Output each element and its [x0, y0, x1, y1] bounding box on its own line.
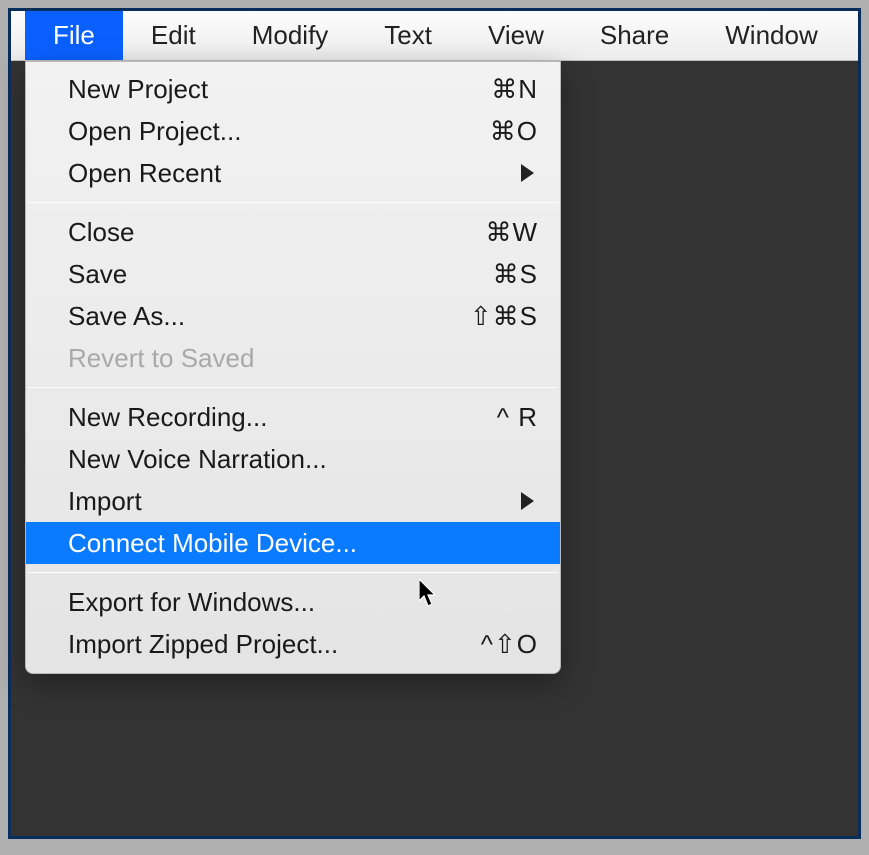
menu-item-import-zipped-project[interactable]: Import Zipped Project... ^⇧O	[26, 623, 560, 665]
file-menu-dropdown: New Project ⌘N Open Project... ⌘O Open R…	[25, 61, 561, 674]
menu-item-label: Export for Windows...	[68, 587, 538, 618]
menu-item-label: Save	[68, 259, 493, 290]
menubar-item-share[interactable]: Share	[572, 11, 697, 60]
menu-item-label: Open Project...	[68, 116, 490, 147]
menu-item-connect-mobile-device[interactable]: Connect Mobile Device...	[26, 522, 560, 564]
menu-item-close[interactable]: Close ⌘W	[26, 211, 560, 253]
menu-item-save[interactable]: Save ⌘S	[26, 253, 560, 295]
menu-item-new-project[interactable]: New Project ⌘N	[26, 68, 560, 110]
menubar-spacer	[11, 11, 25, 60]
menu-item-revert-to-saved: Revert to Saved	[26, 337, 560, 379]
menubar-item-text[interactable]: Text	[356, 11, 460, 60]
menu-item-shortcut: ^ R	[497, 402, 538, 433]
menu-item-save-as[interactable]: Save As... ⇧⌘S	[26, 295, 560, 337]
menubar-item-file[interactable]: File	[25, 11, 123, 60]
menu-item-shortcut: ⌘S	[493, 259, 538, 290]
menu-item-import[interactable]: Import	[26, 480, 560, 522]
menu-item-open-project[interactable]: Open Project... ⌘O	[26, 110, 560, 152]
menu-item-new-voice-narration[interactable]: New Voice Narration...	[26, 438, 560, 480]
menu-item-label: Import Zipped Project...	[68, 629, 481, 660]
menu-item-label: Connect Mobile Device...	[68, 528, 538, 559]
menu-item-label: New Recording...	[68, 402, 497, 433]
menu-item-label: Save As...	[68, 301, 470, 332]
menu-item-label: Revert to Saved	[68, 343, 538, 374]
menubar-item-window[interactable]: Window	[697, 11, 845, 60]
menubar: File Edit Modify Text View Share Window	[11, 11, 858, 61]
menu-item-new-recording[interactable]: New Recording... ^ R	[26, 396, 560, 438]
menu-item-label: Close	[68, 217, 485, 248]
menu-item-shortcut: ⌘W	[485, 217, 538, 248]
menu-item-label: Open Recent	[68, 158, 521, 189]
menu-item-label: New Voice Narration...	[68, 444, 538, 475]
chevron-right-icon	[521, 164, 534, 182]
menu-item-open-recent[interactable]: Open Recent	[26, 152, 560, 194]
menu-separator	[28, 202, 558, 203]
app-window: File Edit Modify Text View Share Window …	[8, 8, 861, 839]
menubar-item-view[interactable]: View	[460, 11, 572, 60]
menu-item-shortcut: ⌘O	[490, 116, 538, 147]
menubar-item-modify[interactable]: Modify	[224, 11, 357, 60]
menu-separator	[28, 387, 558, 388]
menu-item-label: Import	[68, 486, 521, 517]
menu-item-shortcut: ⇧⌘S	[470, 301, 538, 332]
menu-separator	[28, 572, 558, 573]
menu-item-shortcut: ⌘N	[491, 74, 538, 105]
chevron-right-icon	[521, 492, 534, 510]
menu-item-shortcut: ^⇧O	[481, 629, 538, 660]
menubar-item-edit[interactable]: Edit	[123, 11, 224, 60]
menu-item-label: New Project	[68, 74, 491, 105]
menu-item-export-for-windows[interactable]: Export for Windows...	[26, 581, 560, 623]
